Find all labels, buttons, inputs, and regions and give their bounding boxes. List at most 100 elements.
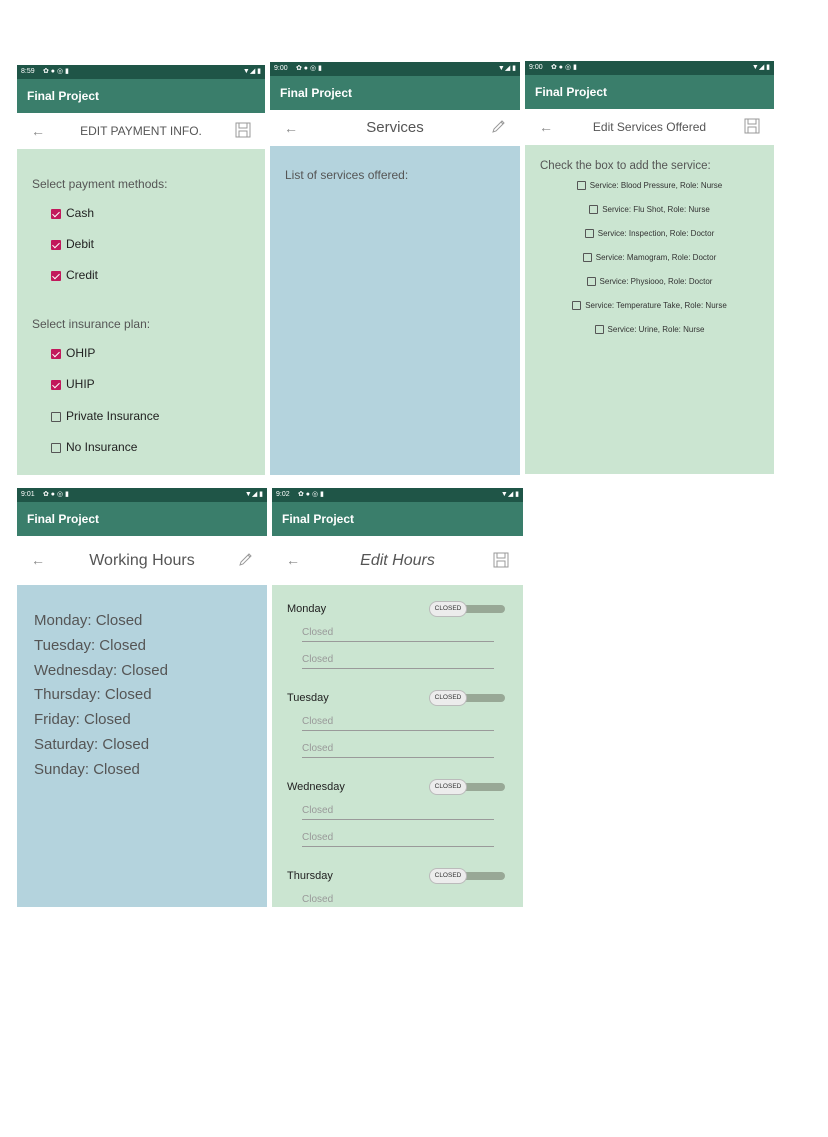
services-content: List of services offered: (270, 146, 520, 475)
closed-toggle[interactable]: CLOSED (429, 601, 505, 617)
status-time: 8:59 (21, 68, 35, 75)
app-bar-title: Final Project (272, 502, 523, 536)
checkbox-cash[interactable]: Cash (51, 205, 94, 221)
day-hours: Sunday: Closed (34, 761, 140, 778)
floppy-disk-icon[interactable] (744, 118, 760, 134)
checkbox-icon[interactable] (51, 271, 61, 281)
screen-title: EDIT PAYMENT INFO. (80, 124, 202, 138)
status-icons: ✿ ● ◎ ▮ (551, 64, 577, 71)
services-list-label: List of services offered: (285, 168, 409, 182)
day-label: Wednesday (287, 781, 345, 793)
status-right-icons: ▼◢ ▮ (751, 64, 770, 71)
day-hours: Monday: Closed (34, 612, 143, 629)
checkbox-ohip[interactable]: OHIP (51, 345, 95, 361)
checkbox-icon[interactable] (586, 277, 596, 286)
service-item[interactable]: Service: Temperature Take, Role: Nurse (525, 299, 774, 313)
checkbox-icon[interactable] (51, 240, 61, 250)
screen-title: Edit Services Offered (592, 120, 707, 134)
payment-screen: 8:59 ✿ ● ◎ ▮ ▼◢ ▮ Final Project ← EDIT P… (17, 65, 265, 475)
checkbox-icon[interactable] (584, 229, 594, 238)
services-instruction: Check the box to add the service: (540, 160, 711, 172)
pencil-icon[interactable] (490, 119, 506, 135)
day-label: Thursday (287, 870, 333, 882)
checkbox-icon[interactable] (51, 349, 61, 359)
service-item[interactable]: Service: Physiooo, Role: Doctor (525, 275, 774, 289)
day-hours: Friday: Closed (34, 711, 131, 728)
screen-title: Working Hours (89, 552, 195, 569)
edit-hours-content: Monday CLOSED Closed Closed Tuesday CLOS… (272, 585, 523, 907)
closed-toggle[interactable]: CLOSED (429, 690, 505, 706)
open-time-field[interactable]: Closed (302, 625, 494, 642)
checkbox-debit[interactable]: Debit (51, 236, 94, 252)
open-time-field[interactable]: Closed (302, 892, 494, 907)
day-label: Monday (287, 603, 327, 615)
checkbox-private-insurance[interactable]: Private Insurance (51, 408, 159, 424)
status-bar: 9:00 ✿ ● ◎ ▮ ▼◢ ▮ (525, 61, 774, 75)
day-hours: Thursday: Closed (34, 686, 152, 703)
floppy-disk-icon[interactable] (493, 552, 509, 568)
status-time: 9:00 (529, 64, 543, 71)
app-bar-title: Final Project (525, 75, 774, 109)
day-hours: Wednesday: Closed (34, 662, 168, 679)
service-item[interactable]: Service: Urine, Role: Nurse (525, 323, 774, 337)
toolbar: ← Edit Services Offered (525, 109, 774, 145)
open-time-field[interactable]: Closed (302, 714, 494, 731)
open-time-field[interactable]: Closed (302, 803, 494, 820)
toggle-thumb[interactable]: CLOSED (429, 779, 467, 795)
close-time-field[interactable]: Closed (302, 652, 494, 669)
status-icons: ✿ ● ◎ ▮ (43, 491, 69, 498)
edit-services-content: Check the box to add the service: Servic… (525, 145, 774, 474)
working-hours-content: Monday: Closed Tuesday: Closed Wednesday… (17, 585, 267, 907)
insurance-plan-label: Select insurance plan: (32, 317, 151, 331)
floppy-disk-icon[interactable] (235, 122, 251, 138)
checkbox-icon[interactable] (51, 209, 61, 219)
checkbox-icon[interactable] (582, 253, 592, 262)
status-icons: ✿ ● ◎ ▮ (298, 491, 324, 498)
status-right-icons: ▼◢ ▮ (242, 68, 261, 75)
checkbox-icon[interactable] (576, 181, 586, 190)
service-item[interactable]: Service: Blood Pressure, Role: Nurse (525, 179, 774, 193)
service-item[interactable]: Service: Flu Shot, Role: Nurse (525, 203, 774, 217)
status-bar: 9:00 ✿ ● ◎ ▮ ▼◢ ▮ (270, 62, 520, 76)
closed-toggle[interactable]: CLOSED (429, 779, 505, 795)
pencil-icon[interactable] (237, 552, 253, 568)
checkbox-icon[interactable] (594, 325, 604, 334)
payment-content: Select payment methods: Cash Debit Credi… (17, 149, 265, 475)
service-item[interactable]: Service: Mamogram, Role: Doctor (525, 251, 774, 265)
checkbox-icon[interactable] (51, 380, 61, 390)
app-bar-title: Final Project (17, 79, 265, 113)
app-bar-title: Final Project (17, 502, 267, 536)
checkbox-uhip[interactable]: UHIP (51, 376, 95, 392)
screen-title: Services (366, 119, 424, 136)
status-time: 9:01 (21, 491, 35, 498)
payment-methods-label: Select payment methods: (32, 177, 168, 191)
status-right-icons: ▼◢ ▮ (497, 65, 516, 72)
toggle-thumb[interactable]: CLOSED (429, 690, 467, 706)
toolbar: ← Services (270, 110, 520, 146)
close-time-field[interactable]: Closed (302, 830, 494, 847)
screen-title: Edit Hours (360, 552, 435, 569)
checkbox-icon[interactable] (572, 301, 582, 310)
status-right-icons: ▼◢ ▮ (244, 491, 263, 498)
checkbox-credit[interactable]: Credit (51, 267, 98, 283)
status-bar: 8:59 ✿ ● ◎ ▮ ▼◢ ▮ (17, 65, 265, 79)
day-hours: Saturday: Closed (34, 736, 150, 753)
toggle-thumb[interactable]: CLOSED (429, 601, 467, 617)
status-time: 9:00 (274, 65, 288, 72)
status-icons: ✿ ● ◎ ▮ (296, 65, 322, 72)
edit-hours-screen: 9:02 ✿ ● ◎ ▮ ▼◢ ▮ Final Project ← Edit H… (272, 488, 523, 907)
edit-services-screen: 9:00 ✿ ● ◎ ▮ ▼◢ ▮ Final Project ← Edit S… (525, 61, 774, 474)
toggle-thumb[interactable]: CLOSED (429, 868, 467, 884)
closed-toggle[interactable]: CLOSED (429, 868, 505, 884)
app-bar-title: Final Project (270, 76, 520, 110)
status-bar: 9:02 ✿ ● ◎ ▮ ▼◢ ▮ (272, 488, 523, 502)
close-time-field[interactable]: Closed (302, 741, 494, 758)
service-item[interactable]: Service: Inspection, Role: Doctor (525, 227, 774, 241)
checkbox-no-insurance[interactable]: No Insurance (51, 439, 137, 455)
checkbox-icon[interactable] (51, 412, 61, 422)
status-right-icons: ▼◢ ▮ (500, 491, 519, 498)
checkbox-icon[interactable] (589, 205, 599, 214)
status-time: 9:02 (276, 491, 290, 498)
toolbar: ← Edit Hours (272, 536, 523, 585)
checkbox-icon[interactable] (51, 443, 61, 453)
